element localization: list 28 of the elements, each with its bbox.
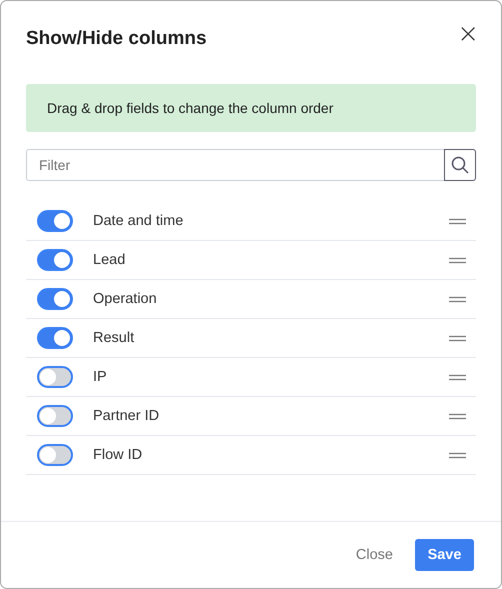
drag-handle-icon[interactable] [449,334,466,342]
column-label: Operation [93,291,158,307]
filter-field[interactable]: Filter [26,149,444,181]
drag-handle-icon[interactable] [449,374,466,380]
column-label: Result [93,330,136,346]
drag-handle-icon[interactable] [449,296,466,302]
drag-handle-icon[interactable] [449,452,466,458]
toggle-switch[interactable] [37,210,73,232]
toggle-switch[interactable] [37,288,73,310]
drag-handle-icon[interactable] [449,218,466,224]
drag-handle-icon[interactable] [449,256,466,264]
toggle-switch[interactable] [37,366,73,388]
drag-handle-icon[interactable] [449,412,466,420]
toggle-switch[interactable] [37,405,73,427]
search-icon [451,156,469,174]
close-button[interactable]: Close [350,541,399,569]
column-label: Lead [93,252,126,268]
toggle-switch[interactable] [37,327,73,349]
search-button[interactable] [444,149,476,181]
column-label: Partner ID [93,408,160,424]
toggle-switch[interactable] [37,249,73,271]
column-label: Date and time [93,213,184,229]
toggle-switch[interactable] [37,444,73,466]
column-label: IP [93,369,108,385]
column-label: Flow ID [93,447,144,463]
save-button[interactable]: Save [415,539,474,571]
dialog-title: Show/Hide columns [26,28,207,50]
info-text: Drag & drop fields to change the column order [47,100,334,116]
